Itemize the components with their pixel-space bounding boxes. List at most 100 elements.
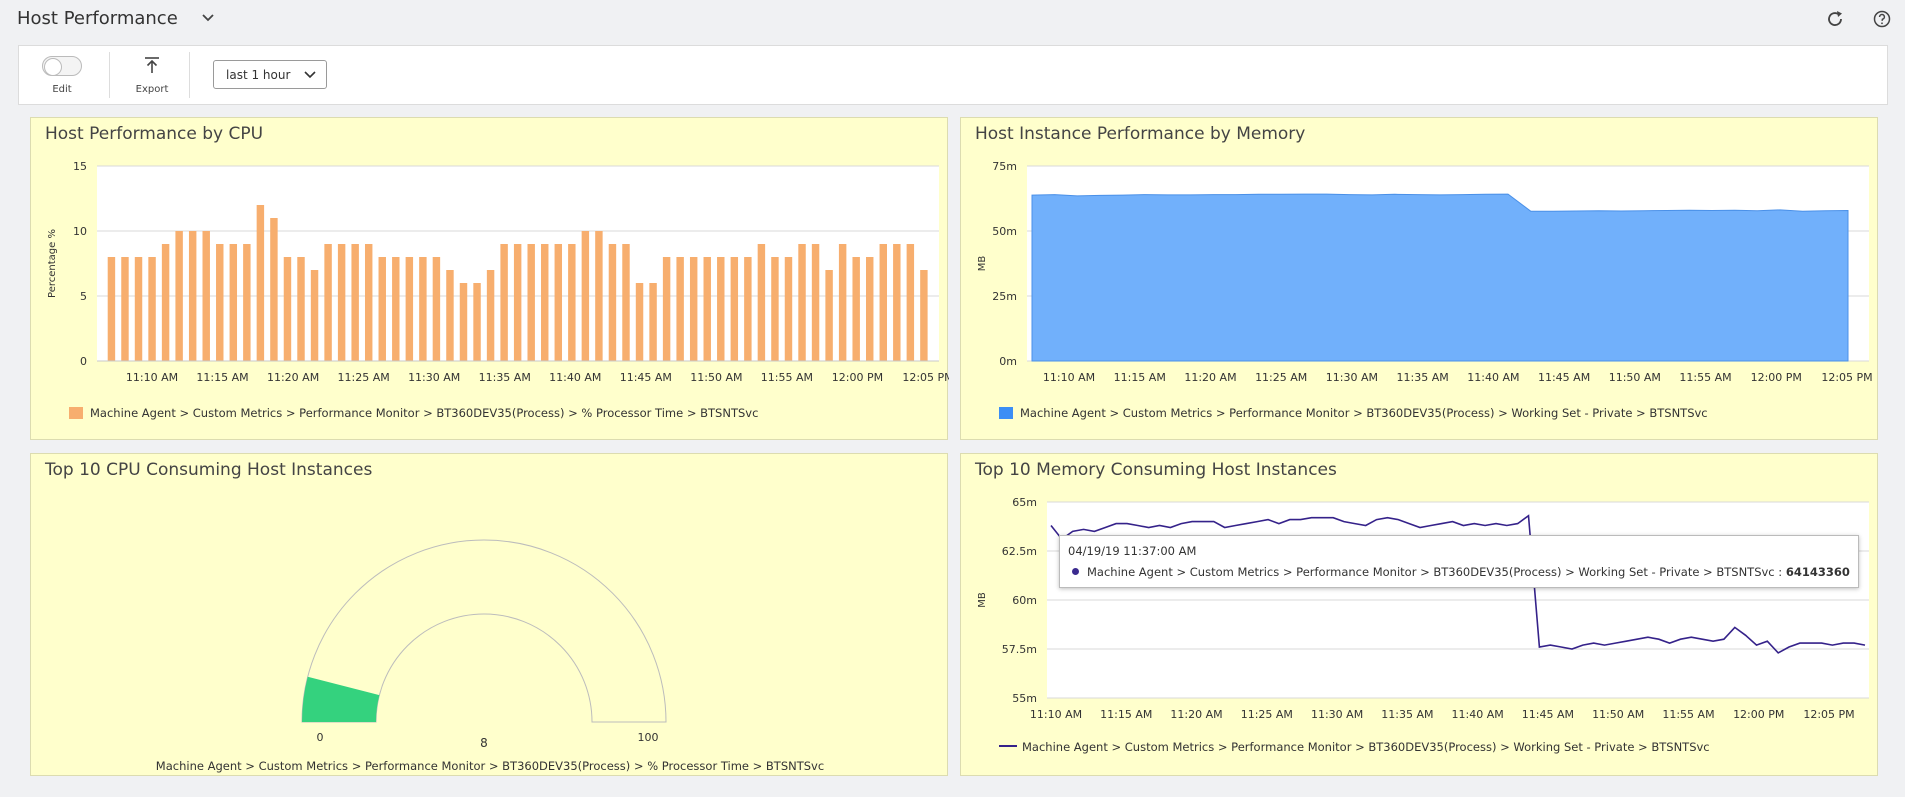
cpu-bar	[622, 244, 630, 361]
x-tick-label: 11:20 AM	[1184, 371, 1236, 384]
memory-top-panel: Top 10 Memory Consuming Host Instances 6…	[960, 453, 1878, 776]
x-tick-label: 11:35 AM	[1381, 708, 1433, 721]
legend-swatch	[69, 407, 83, 419]
cpu-bar	[581, 231, 590, 361]
cpu-bar-chart: 15 10 5 0 11:10 AM 11:15 AM 11:20 AM 11:25 AM 11…	[47, 160, 949, 384]
y-axis-label: MB	[977, 256, 988, 272]
cpu-bar	[161, 244, 170, 361]
cpu-bar	[784, 257, 793, 361]
refresh-icon[interactable]	[1824, 8, 1846, 30]
help-icon[interactable]	[1871, 8, 1893, 30]
cpu-bar	[649, 283, 657, 361]
x-tick-label: 11:10 AM	[1043, 371, 1095, 384]
cpu-bar	[243, 244, 251, 361]
y-tick-label: 25m	[992, 290, 1017, 303]
tooltip-value: 64143360	[1785, 565, 1850, 579]
x-tick-label: 11:40 AM	[1467, 371, 1519, 384]
edit-label: Edit	[52, 84, 72, 95]
x-tick-label: 11:40 AM	[1452, 708, 1504, 721]
y-tick-label: 75m	[992, 160, 1017, 173]
time-range-select[interactable]: last 1 hour	[213, 60, 327, 89]
cpu-bar	[134, 257, 143, 361]
memory-area-series	[1031, 193, 1849, 362]
y-tick-label: 60m	[1012, 594, 1037, 607]
cpu-bar	[595, 231, 603, 361]
cpu-bar	[541, 244, 549, 361]
cpu-bar	[486, 270, 495, 361]
cpu-bar	[378, 257, 386, 361]
x-tick-label: 11:45 AM	[620, 371, 672, 384]
toolbar-divider	[189, 52, 190, 98]
cpu-bar	[662, 257, 671, 361]
x-tick-label: 11:25 AM	[338, 371, 390, 384]
edit-toggle[interactable]	[42, 56, 82, 76]
memory-chart-legend[interactable]: Machine Agent > Custom Metrics > Perform…	[999, 406, 1708, 420]
chevron-down-icon	[304, 71, 316, 79]
cpu-bar	[229, 244, 238, 361]
cpu-bar	[717, 257, 725, 361]
x-tick-label: 11:10 AM	[126, 371, 178, 384]
export-label: Export	[135, 84, 169, 95]
cpu-gauge-panel: Top 10 CPU Consuming Host Instances 0 100…	[30, 453, 948, 776]
export-icon	[145, 57, 159, 73]
edit-control[interactable]: Edit	[19, 46, 105, 104]
cpu-bar	[337, 244, 346, 361]
y-tick-label: 0m	[999, 355, 1017, 368]
dashboard-toolbar: Edit Export last 1 hour	[18, 45, 1888, 105]
legend-label: Machine Agent > Custom Metrics > Perform…	[90, 406, 759, 420]
x-tick-label: 11:50 AM	[1592, 708, 1644, 721]
x-tick-label: 11:45 AM	[1522, 708, 1574, 721]
cpu-chart-legend[interactable]: Machine Agent > Custom Metrics > Perform…	[69, 406, 758, 420]
x-tick-label: 12:05 PM	[902, 371, 949, 384]
cpu-bar	[527, 244, 535, 361]
time-range-value: last 1 hour	[226, 68, 291, 82]
cpu-bar	[202, 231, 210, 361]
cpu-bar	[188, 231, 197, 361]
cpu-bar	[107, 257, 116, 361]
cpu-bar	[757, 244, 766, 361]
memory-line-legend[interactable]: Machine Agent > Custom Metrics > Perform…	[999, 740, 1710, 754]
cpu-bar	[825, 270, 833, 361]
cpu-bar	[838, 244, 847, 361]
cpu-bar	[121, 257, 129, 361]
y-axis-label: Percentage %	[47, 229, 58, 298]
x-tick-label: 11:55 AM	[1662, 708, 1714, 721]
cpu-bar	[811, 244, 820, 361]
y-axis-label: MB	[977, 592, 988, 608]
tooltip-dot	[1072, 568, 1079, 575]
x-tick-label: 11:55 AM	[1679, 371, 1731, 384]
y-tick-label: 55m	[1012, 692, 1037, 705]
tooltip-series: Machine Agent > Custom Metrics > Perform…	[1087, 565, 1783, 579]
x-tick-label: 11:35 AM	[479, 371, 531, 384]
legend-swatch	[999, 407, 1013, 419]
cpu-bar	[879, 244, 887, 361]
x-tick-label: 11:15 AM	[1100, 708, 1152, 721]
x-tick-label: 11:45 AM	[1538, 371, 1590, 384]
cpu-bar	[283, 257, 292, 361]
y-tick-label: 15	[73, 160, 87, 173]
x-tick-label: 12:00 PM	[1733, 708, 1784, 721]
cpu-bar	[270, 218, 278, 361]
cpu-bar	[432, 257, 441, 361]
tooltip-row: Machine Agent > Custom Metrics > Perform…	[1068, 565, 1850, 579]
x-tick-label: 11:35 AM	[1397, 371, 1449, 384]
export-button[interactable]: Export	[119, 46, 185, 104]
cpu-bar	[730, 257, 739, 361]
cpu-bar	[419, 257, 427, 361]
cpu-bar	[473, 283, 481, 361]
cpu-gauge-chart: 0 100 8	[301, 539, 667, 750]
cpu-bar	[771, 257, 779, 361]
chevron-down-icon[interactable]	[198, 8, 218, 28]
x-tick-label: 11:20 AM	[1170, 708, 1222, 721]
page-title: Host Performance	[17, 8, 178, 29]
cpu-bar	[351, 244, 359, 361]
gauge-min-label: 0	[317, 731, 324, 744]
x-tick-label: 11:50 AM	[690, 371, 742, 384]
x-tick-label: 11:40 AM	[549, 371, 601, 384]
cpu-bar	[364, 244, 373, 361]
y-tick-label: 57.5m	[1002, 643, 1037, 656]
y-tick-label: 50m	[992, 225, 1017, 238]
x-tick-label: 11:15 AM	[196, 371, 248, 384]
cpu-bar	[310, 270, 319, 361]
x-tick-label: 12:05 PM	[1803, 708, 1854, 721]
